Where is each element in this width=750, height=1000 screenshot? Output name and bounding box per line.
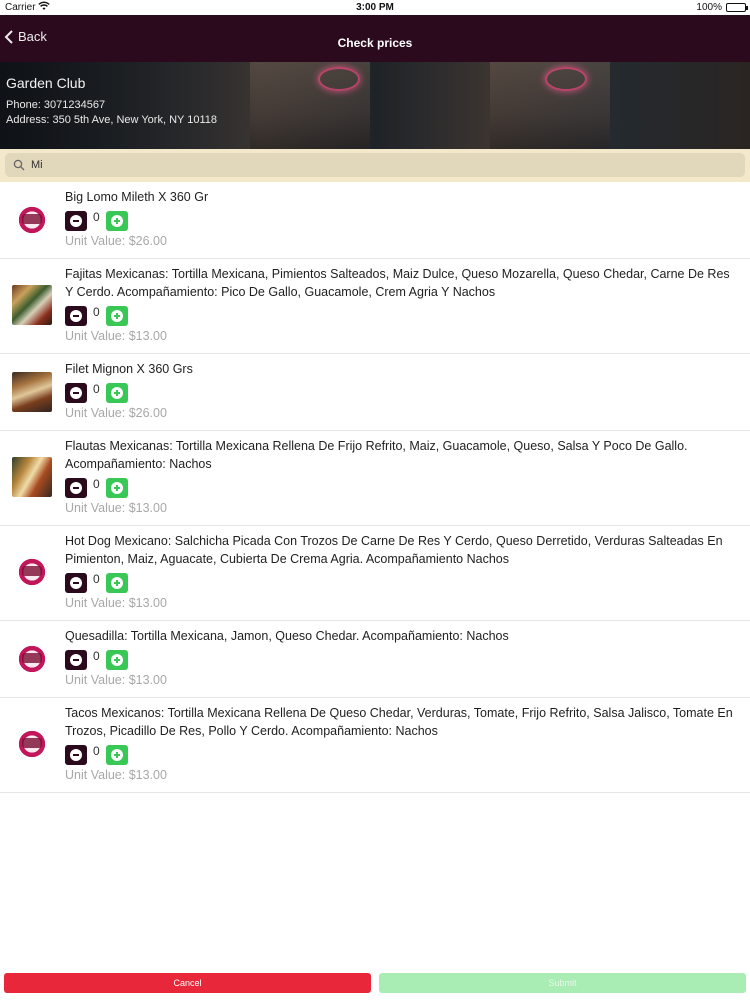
quantity-stepper: 0 bbox=[65, 649, 128, 670]
cancel-button[interactable]: Cancel bbox=[4, 973, 371, 993]
decrease-button[interactable] bbox=[65, 306, 87, 326]
quantity-stepper: 0 bbox=[65, 382, 128, 403]
decrease-button[interactable] bbox=[65, 650, 87, 670]
restaurant-logo-thumbnail bbox=[12, 552, 52, 592]
quantity-value: 0 bbox=[93, 477, 100, 491]
status-bar: Carrier 3:00 PM 100% bbox=[0, 0, 750, 15]
list-item: Quesadilla: Tortilla Mexicana, Jamon, Qu… bbox=[0, 621, 750, 698]
item-name: Hot Dog Mexicano: Salchicha Picada Con T… bbox=[65, 534, 723, 566]
list-item: Flautas Mexicanas: Tortilla Mexicana Rel… bbox=[0, 431, 750, 526]
decrease-button[interactable] bbox=[65, 745, 87, 765]
unit-value: Unit Value: $13.00 bbox=[65, 329, 167, 343]
product-list: Big Lomo Mileth X 360 Gr 0 Unit Value: $… bbox=[0, 182, 750, 793]
navigation-bar: Back Check prices bbox=[0, 15, 750, 62]
venue-address: Address: 350 5th Ave, New York, NY 10118 bbox=[6, 114, 217, 126]
list-item: Hot Dog Mexicano: Salchicha Picada Con T… bbox=[0, 526, 750, 621]
item-name: Fajitas Mexicanas: Tortilla Mexicana, Pi… bbox=[65, 267, 730, 299]
minus-icon bbox=[70, 387, 82, 399]
plus-icon bbox=[110, 577, 123, 589]
list-item: Tacos Mexicanos: Tortilla Mexicana Relle… bbox=[0, 698, 750, 793]
action-bar: Cancel Submit bbox=[0, 969, 750, 1000]
unit-value: Unit Value: $13.00 bbox=[65, 596, 167, 610]
unit-value: Unit Value: $26.00 bbox=[65, 406, 167, 420]
plus-icon bbox=[110, 654, 123, 666]
restaurant-logo-thumbnail bbox=[12, 724, 52, 764]
list-item: Filet Mignon X 360 Grs 0 Unit Value: $26… bbox=[0, 354, 750, 431]
food-photo-thumbnail bbox=[12, 285, 52, 325]
unit-value: Unit Value: $13.00 bbox=[65, 768, 167, 782]
increase-button[interactable] bbox=[105, 211, 128, 231]
quantity-stepper: 0 bbox=[65, 210, 128, 231]
venue-phone: Phone: 3071234567 bbox=[6, 99, 106, 111]
item-name: Big Lomo Mileth X 360 Gr bbox=[65, 190, 209, 204]
increase-button[interactable] bbox=[105, 383, 128, 403]
plus-icon bbox=[110, 387, 123, 399]
quantity-value: 0 bbox=[93, 210, 100, 224]
quantity-value: 0 bbox=[93, 382, 100, 396]
quantity-value: 0 bbox=[93, 649, 100, 663]
unit-value: Unit Value: $13.00 bbox=[65, 673, 167, 687]
plus-icon bbox=[110, 482, 123, 494]
decrease-button[interactable] bbox=[65, 478, 87, 498]
minus-icon bbox=[70, 215, 82, 227]
plus-icon bbox=[110, 310, 123, 322]
quantity-stepper: 0 bbox=[65, 572, 128, 593]
item-name: Filet Mignon X 360 Grs bbox=[65, 362, 193, 376]
unit-value: Unit Value: $13.00 bbox=[65, 501, 167, 515]
minus-icon bbox=[70, 654, 82, 666]
list-item: Big Lomo Mileth X 360 Gr 0 Unit Value: $… bbox=[0, 182, 750, 259]
venue-name: Garden Club bbox=[6, 75, 86, 91]
search-field[interactable] bbox=[5, 153, 745, 177]
decrease-button[interactable] bbox=[65, 573, 87, 593]
list-item: Fajitas Mexicanas: Tortilla Mexicana, Pi… bbox=[0, 259, 750, 354]
decrease-button[interactable] bbox=[65, 211, 87, 231]
quantity-value: 0 bbox=[93, 305, 100, 319]
minus-icon bbox=[70, 482, 82, 494]
item-name: Quesadilla: Tortilla Mexicana, Jamon, Qu… bbox=[65, 629, 509, 643]
search-input[interactable] bbox=[31, 159, 631, 171]
decrease-button[interactable] bbox=[65, 383, 87, 403]
restaurant-logo-thumbnail bbox=[12, 200, 52, 240]
increase-button[interactable] bbox=[105, 650, 128, 670]
quantity-stepper: 0 bbox=[65, 744, 128, 765]
clock: 3:00 PM bbox=[356, 2, 394, 13]
plus-icon bbox=[110, 749, 123, 761]
minus-icon bbox=[70, 310, 82, 322]
unit-value: Unit Value: $26.00 bbox=[65, 234, 167, 248]
plus-icon bbox=[110, 215, 123, 227]
increase-button[interactable] bbox=[105, 478, 128, 498]
food-photo-thumbnail bbox=[12, 457, 52, 497]
food-photo-thumbnail bbox=[12, 372, 52, 412]
increase-button[interactable] bbox=[105, 306, 128, 326]
quantity-value: 0 bbox=[93, 572, 100, 586]
search-icon bbox=[13, 159, 25, 171]
search-bar bbox=[0, 149, 750, 182]
quantity-value: 0 bbox=[93, 744, 100, 758]
restaurant-logo-thumbnail bbox=[12, 639, 52, 679]
battery-percent: 100% bbox=[696, 2, 722, 13]
quantity-stepper: 0 bbox=[65, 305, 128, 326]
item-name: Tacos Mexicanos: Tortilla Mexicana Relle… bbox=[65, 706, 733, 738]
item-name: Flautas Mexicanas: Tortilla Mexicana Rel… bbox=[65, 439, 688, 471]
submit-button[interactable]: Submit bbox=[379, 973, 746, 993]
battery-icon bbox=[726, 3, 748, 12]
venue-header: Garden Club Phone: 3071234567 Address: 3… bbox=[0, 62, 750, 149]
increase-button[interactable] bbox=[105, 745, 128, 765]
increase-button[interactable] bbox=[105, 573, 128, 593]
minus-icon bbox=[70, 577, 82, 589]
page-title: Check prices bbox=[337, 36, 413, 50]
quantity-stepper: 0 bbox=[65, 477, 128, 498]
minus-icon bbox=[70, 749, 82, 761]
